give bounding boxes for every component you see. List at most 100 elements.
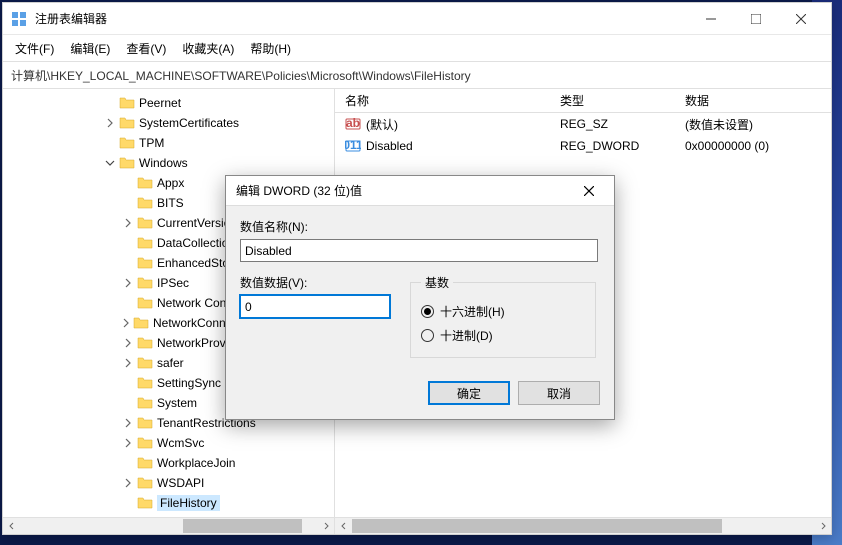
col-name[interactable]: 名称: [335, 92, 550, 109]
folder-icon: [119, 135, 135, 151]
tree-item-label: Peernet: [139, 96, 181, 110]
tree-item[interactable]: WSDAPI: [3, 473, 334, 493]
expander-icon[interactable]: [121, 416, 135, 430]
tree-item-label: WSDAPI: [157, 476, 204, 490]
app-icon: [11, 11, 27, 27]
dialog-titlebar[interactable]: 编辑 DWORD (32 位)值: [226, 176, 614, 206]
cancel-button[interactable]: 取消: [518, 381, 600, 405]
menu-file[interactable]: 文件(F): [9, 37, 60, 60]
scroll-left-button[interactable]: [335, 518, 352, 534]
expander-icon[interactable]: [121, 336, 135, 350]
value-type: REG_SZ: [550, 117, 675, 131]
menubar: 文件(F) 编辑(E) 查看(V) 收藏夹(A) 帮助(H): [3, 35, 831, 61]
folder-icon: [137, 375, 153, 391]
folder-icon: [119, 95, 135, 111]
maximize-button[interactable]: [733, 4, 778, 34]
minimize-button[interactable]: [688, 4, 733, 34]
folder-icon: [137, 175, 153, 191]
titlebar[interactable]: 注册表编辑器: [3, 3, 831, 35]
expander-icon[interactable]: [121, 256, 135, 270]
value-data-label: 数值数据(V):: [240, 274, 390, 291]
radio-dec-label: 十进制(D): [440, 327, 493, 344]
menu-favorites[interactable]: 收藏夹(A): [176, 37, 240, 60]
menu-edit[interactable]: 编辑(E): [64, 37, 116, 60]
folder-icon: [137, 455, 153, 471]
expander-icon[interactable]: [121, 216, 135, 230]
expander-icon[interactable]: [121, 456, 135, 470]
folder-icon: [137, 475, 153, 491]
scroll-left-button[interactable]: [3, 518, 20, 534]
ok-button[interactable]: 确定: [428, 381, 510, 405]
radio-dec-row[interactable]: 十进制(D): [421, 323, 585, 347]
window-title: 注册表编辑器: [35, 10, 688, 27]
list-row[interactable]: ab(默认)REG_SZ(数值未设置): [335, 113, 831, 135]
tree-item-label: SettingSync: [157, 376, 221, 390]
expander-icon[interactable]: [121, 436, 135, 450]
menu-view[interactable]: 查看(V): [120, 37, 172, 60]
tree-item-label: System: [157, 396, 197, 410]
scroll-right-button[interactable]: [814, 518, 831, 534]
folder-icon: [137, 395, 153, 411]
tree-item[interactable]: FileHistory: [3, 493, 334, 513]
string-value-icon: ab: [345, 116, 361, 132]
value-name: (默认): [366, 116, 398, 133]
expander-icon[interactable]: [121, 356, 135, 370]
tree-item[interactable]: Peernet: [3, 93, 334, 113]
col-data[interactable]: 数据: [675, 92, 831, 109]
value-data-input[interactable]: [240, 295, 390, 318]
tree-item[interactable]: Windows: [3, 153, 334, 173]
folder-icon: [137, 295, 153, 311]
tree-item[interactable]: SystemCertificates: [3, 113, 334, 133]
tree-item-label: safer: [157, 356, 184, 370]
tree-item-label: TPM: [139, 136, 164, 150]
tree-item-label: WcmSvc: [157, 436, 204, 450]
expander-icon[interactable]: [121, 476, 135, 490]
folder-icon: [137, 435, 153, 451]
folder-icon: [137, 255, 153, 271]
base-fieldset: 基数 十六进制(H) 十进制(D): [410, 274, 596, 358]
expander-icon[interactable]: [103, 96, 117, 110]
close-button[interactable]: [778, 4, 823, 34]
tree-item-label: FileHistory: [157, 495, 220, 511]
expander-icon[interactable]: [121, 396, 135, 410]
svg-text:ab: ab: [346, 116, 360, 130]
expander-icon[interactable]: [121, 296, 135, 310]
tree-item[interactable]: TPM: [3, 133, 334, 153]
list-row[interactable]: 011DisabledREG_DWORD0x00000000 (0): [335, 135, 831, 157]
expander-icon[interactable]: [103, 136, 117, 150]
tree-item[interactable]: WorkplaceJoin: [3, 453, 334, 473]
folder-icon: [119, 115, 135, 131]
tree-item[interactable]: WcmSvc: [3, 433, 334, 453]
scroll-thumb[interactable]: [352, 519, 722, 533]
tree-item-label: Windows: [139, 156, 188, 170]
radio-hex[interactable]: [421, 305, 434, 318]
expander-icon[interactable]: [121, 376, 135, 390]
expander-icon[interactable]: [121, 496, 135, 510]
expander-icon[interactable]: [121, 276, 135, 290]
list-scrollbar[interactable]: [335, 517, 831, 534]
value-name-input[interactable]: [240, 239, 598, 262]
expander-icon[interactable]: [121, 196, 135, 210]
list-header[interactable]: 名称 类型 数据: [335, 89, 831, 113]
dialog-title: 编辑 DWORD (32 位)值: [236, 182, 574, 199]
tree-item-label: WorkplaceJoin: [157, 456, 235, 470]
dialog-close-button[interactable]: [574, 177, 604, 205]
tree-item-label: SystemCertificates: [139, 116, 239, 130]
col-type[interactable]: 类型: [550, 92, 675, 109]
expander-icon[interactable]: [121, 316, 131, 330]
expander-icon[interactable]: [121, 176, 135, 190]
address-bar[interactable]: 计算机\HKEY_LOCAL_MACHINE\SOFTWARE\Policies…: [3, 61, 831, 89]
scroll-thumb[interactable]: [183, 519, 302, 533]
radio-dec[interactable]: [421, 329, 434, 342]
expander-icon[interactable]: [103, 116, 117, 130]
radio-hex-label: 十六进制(H): [440, 303, 505, 320]
tree-scrollbar[interactable]: [3, 517, 334, 534]
folder-icon: [137, 335, 153, 351]
expander-icon[interactable]: [103, 156, 117, 170]
address-path: 计算机\HKEY_LOCAL_MACHINE\SOFTWARE\Policies…: [11, 67, 471, 84]
expander-icon[interactable]: [121, 236, 135, 250]
scroll-right-button[interactable]: [317, 518, 334, 534]
radio-hex-row[interactable]: 十六进制(H): [421, 299, 585, 323]
folder-icon: [137, 195, 153, 211]
menu-help[interactable]: 帮助(H): [244, 37, 297, 60]
